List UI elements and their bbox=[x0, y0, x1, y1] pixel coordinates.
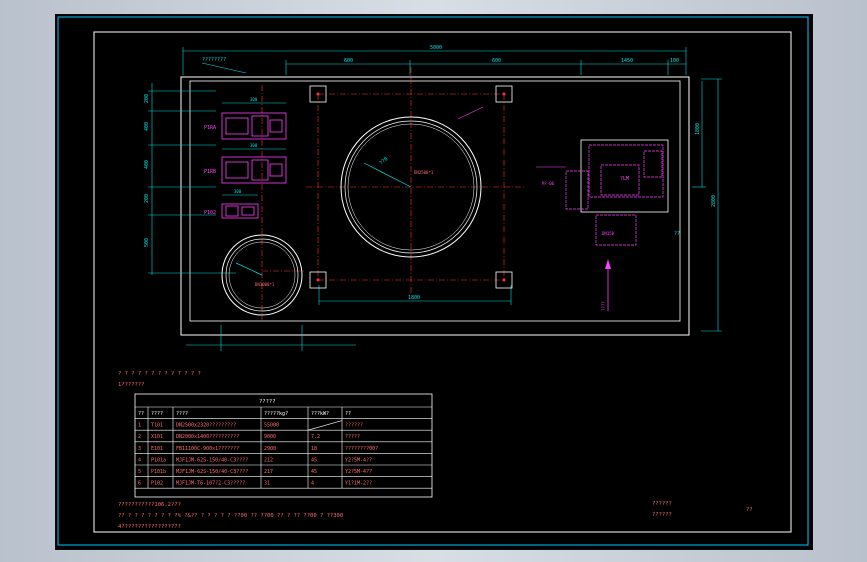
dim-left-1: 200 bbox=[144, 94, 150, 103]
table-cell: 18 bbox=[311, 446, 317, 452]
left-dimensions bbox=[148, 83, 236, 275]
dim-right-part: 1800 bbox=[695, 123, 701, 135]
table-cell: 217 bbox=[264, 469, 273, 475]
table-cell: 9000 bbox=[264, 434, 276, 440]
table-cell: 7.2 bbox=[311, 434, 320, 440]
table-cell: ?????? bbox=[345, 423, 363, 429]
table-header-cell: ???kW? bbox=[311, 411, 329, 417]
footnote-1: ???????????106.2??? bbox=[118, 502, 181, 508]
table-cell: 45 bbox=[311, 457, 317, 463]
table-cell: 55000 bbox=[264, 423, 279, 429]
table-cell: T101 bbox=[151, 423, 163, 429]
tank-small-radius bbox=[235, 262, 263, 276]
table-header-cell: ?? bbox=[138, 411, 144, 417]
table-cell: ????? bbox=[345, 434, 360, 440]
dim-seg2: 600 bbox=[492, 58, 501, 64]
dim-seg4: 100 bbox=[670, 58, 679, 64]
table-cell: Y2?5M-4?? bbox=[345, 469, 372, 475]
viewer-frame: 5000 600 600 1450 100 ???????? 200 400 4… bbox=[0, 0, 867, 562]
dim-overall: 5000 bbox=[430, 45, 442, 51]
top-dimensions bbox=[182, 47, 687, 75]
table-header-cell: ?? bbox=[345, 411, 351, 417]
table-cell: 2 bbox=[138, 434, 141, 440]
table-title: ????? bbox=[259, 399, 276, 405]
pump-2-label: P1RB bbox=[204, 169, 216, 175]
pump-3-dim: 300 bbox=[234, 189, 242, 194]
top-note: ???????? bbox=[202, 57, 226, 63]
table-cell: MJF1JM-62S-150/40-C3???? bbox=[176, 457, 248, 463]
table-cell: 5 bbox=[138, 469, 141, 475]
tank-large-center-label: DN2500*1 bbox=[414, 170, 434, 175]
dim-left-3: 400 bbox=[144, 160, 150, 169]
title-block-mark: ?? bbox=[746, 507, 753, 513]
pump-2-dim: 300 bbox=[250, 143, 258, 148]
drawing-canvas[interactable]: 5000 600 600 1450 100 ???????? 200 400 4… bbox=[55, 14, 813, 550]
motor-note: DN150 bbox=[602, 231, 615, 236]
dim-right-total: 2800 bbox=[711, 195, 717, 207]
table-cell: MJF1JM-T6-107?2-C3????? bbox=[176, 481, 245, 487]
table-cell: P102 bbox=[151, 481, 163, 487]
north-arrow-head bbox=[605, 259, 611, 269]
dim-left-5: 500 bbox=[144, 238, 150, 247]
fan-label: ?LM bbox=[620, 176, 629, 182]
dim-seg3: 1450 bbox=[621, 58, 633, 64]
table-cell: 4 bbox=[138, 457, 141, 463]
pump-dims bbox=[222, 102, 286, 196]
bottom-dimensions bbox=[186, 285, 512, 351]
table-cell: ????????00? bbox=[345, 446, 378, 452]
table-cell: FB11100C-900x1??????? bbox=[176, 446, 239, 452]
table-cell: X101 bbox=[151, 434, 163, 440]
table-header-cell: ???? bbox=[176, 411, 188, 417]
table-cell: 6 bbox=[138, 481, 141, 487]
footnote-2: ?? ? ? ? ? ? ? ? ?% ?&?? ? ? ? ? ? ??00 … bbox=[118, 513, 343, 519]
dim-left-4: 200 bbox=[144, 194, 150, 203]
pump-3 bbox=[221, 203, 259, 219]
arrow-note: ???? bbox=[601, 301, 606, 311]
tank-small-center-label: DN1000*1 bbox=[255, 282, 275, 287]
pump-2 bbox=[221, 156, 287, 184]
table-cell: 31 bbox=[264, 481, 270, 487]
table-cell: P101a bbox=[151, 457, 166, 463]
fan-unit bbox=[565, 144, 664, 246]
table-cell: DN2000x1400?????????? bbox=[176, 434, 239, 440]
top-note-leader bbox=[201, 62, 247, 74]
sheet-outer-border bbox=[57, 16, 809, 546]
table-empty-diagonal bbox=[307, 420, 343, 431]
dim-left-2: 400 bbox=[144, 122, 150, 131]
pump-3-label: P102 bbox=[204, 210, 216, 216]
table-cell: 45 bbox=[311, 469, 317, 475]
table-cell: 1 bbox=[138, 423, 141, 429]
tank-large-leader bbox=[457, 106, 484, 120]
table-cell: Y2?5M-4?? bbox=[345, 457, 372, 463]
tank-large-radius bbox=[363, 162, 412, 188]
right-dimensions bbox=[692, 78, 722, 332]
table-cell: E101 bbox=[151, 446, 163, 452]
footnote-3: 4?????????????????? bbox=[118, 524, 181, 530]
equipment-table: ????? ?????????? ?????kg? ???kW? ?? 1 T101 DN2… bbox=[134, 393, 433, 498]
title-block-line-2: ?????? bbox=[652, 512, 672, 518]
table-cell: 4 bbox=[311, 481, 314, 487]
table-cell: DN2500x2320????????? bbox=[176, 423, 236, 429]
table-cell: 2900 bbox=[264, 446, 276, 452]
dim-seg1: 600 bbox=[344, 58, 353, 64]
pump-1-label: P1RA bbox=[204, 125, 216, 131]
note-line-2: 1??????? bbox=[118, 382, 145, 388]
table-cell: 3 bbox=[138, 446, 141, 452]
table-header-cell: ???? bbox=[151, 411, 163, 417]
dim-base-bottom: 1800 bbox=[408, 295, 420, 301]
table-header-cell: ?????kg? bbox=[264, 411, 288, 417]
table-cell: MJF1JM-62S-150/40-C3???? bbox=[176, 469, 248, 475]
note-line-1: ? ? ? ? ? ? ? ? ? ? ? ? ? bbox=[118, 371, 201, 377]
table-cell: 212 bbox=[264, 457, 273, 463]
corner-note: ?? bbox=[674, 231, 680, 237]
fan-model: M?-06 bbox=[542, 181, 555, 186]
cad-drawing: 5000 600 600 1450 100 ???????? 200 400 4… bbox=[57, 16, 809, 546]
table-cell: Y1?1M-2?? bbox=[345, 481, 372, 487]
pump-1 bbox=[221, 112, 287, 140]
pump-1-dim: 300 bbox=[250, 97, 258, 102]
table-cell: P101b bbox=[151, 469, 166, 475]
title-block-line-1: ?????? bbox=[652, 501, 672, 507]
tank-large-note: ??0 bbox=[378, 156, 389, 166]
